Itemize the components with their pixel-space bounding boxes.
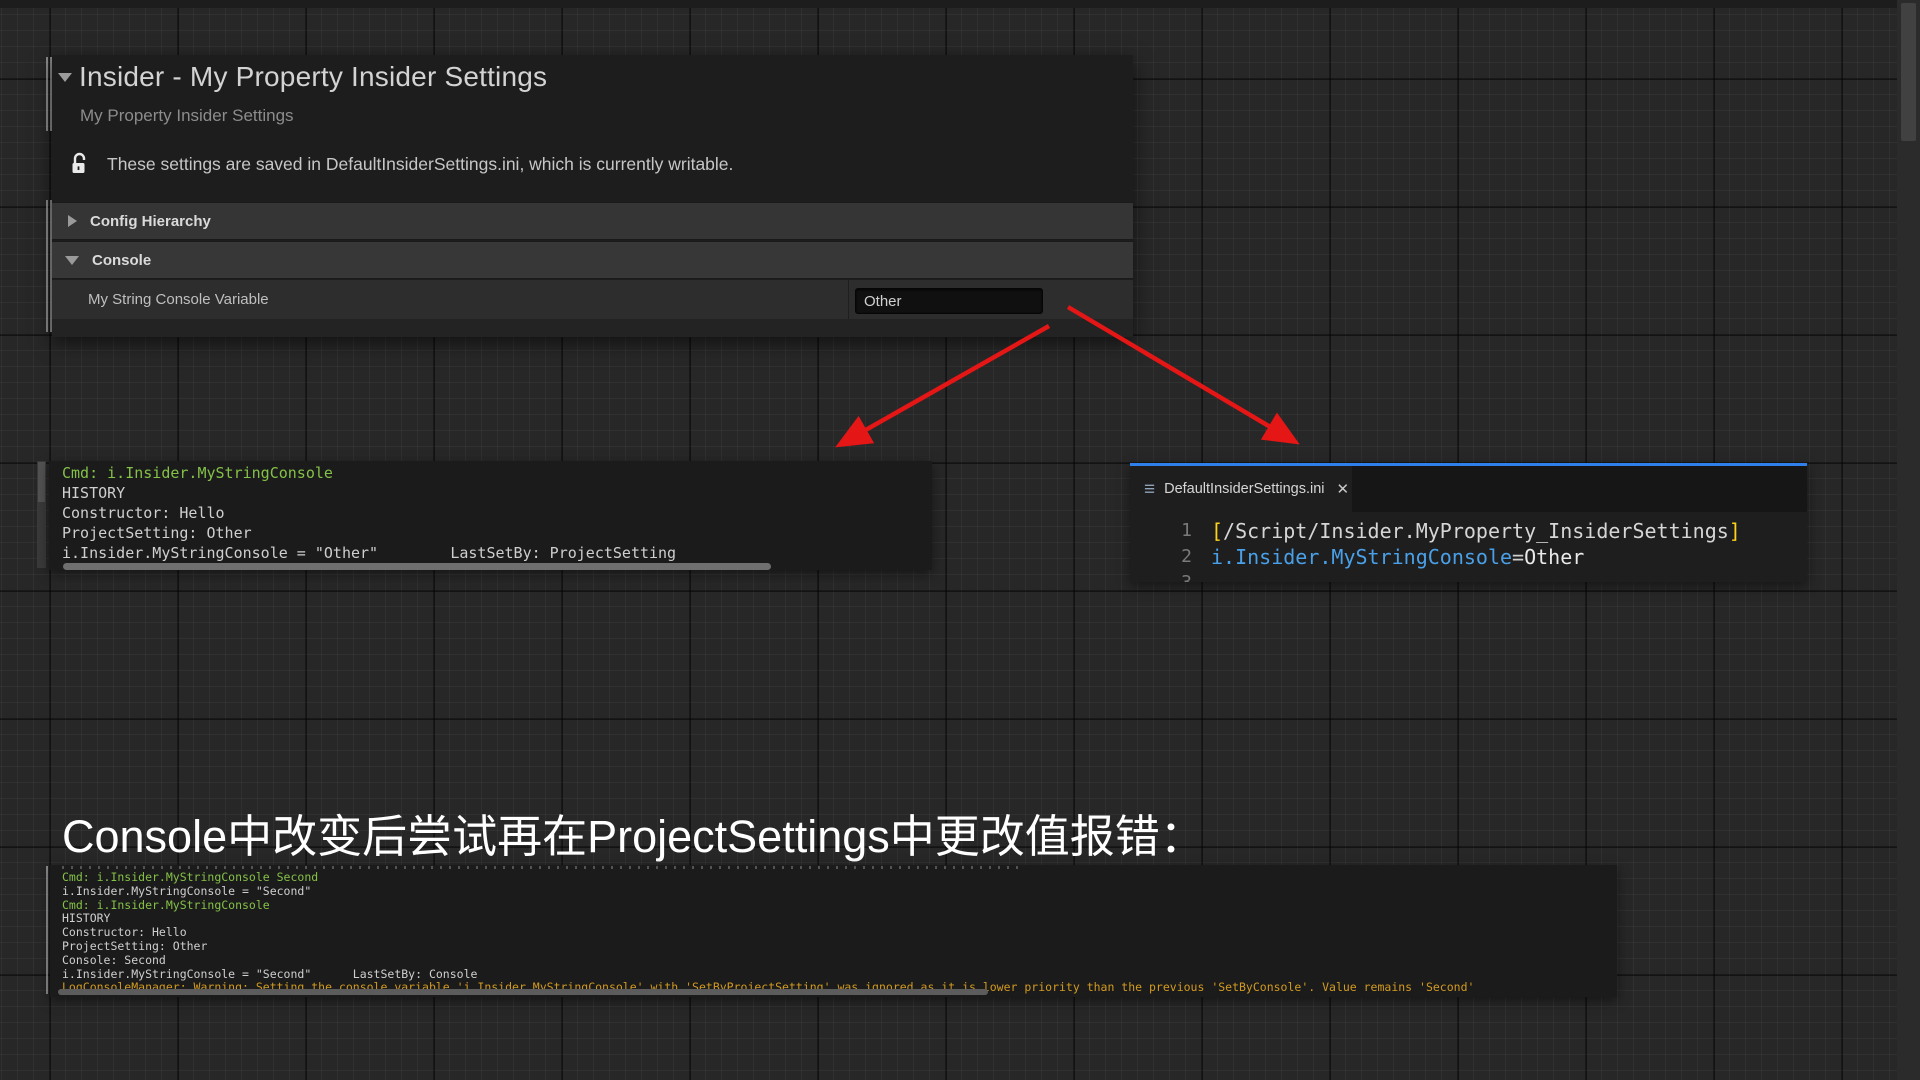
page-scrollbar-thumb[interactable]	[1901, 3, 1916, 141]
console-line: HISTORY	[62, 483, 932, 503]
edge-tick	[46, 57, 48, 131]
scrollbar-thumb[interactable]	[38, 462, 45, 502]
section-label: Config Hierarchy	[90, 213, 211, 230]
console-line: i.Insider.MyStringConsole = "Second"	[62, 885, 1617, 899]
section-config-hierarchy[interactable]: Config Hierarchy	[52, 202, 1133, 240]
console-top-lines: Cmd: i.Insider.MyStringConsoleHISTORYCon…	[49, 461, 932, 563]
console-line: Cmd: i.Insider.MyStringConsole	[62, 899, 1617, 913]
screenshot-stage: Insider - My Property Insider Settings M…	[0, 0, 1920, 1080]
tab-close-icon[interactable]: ✕	[1337, 480, 1350, 498]
console-vertical-scrollbar[interactable]	[37, 461, 46, 568]
panel-subtitle: My Property Insider Settings	[80, 106, 294, 126]
code-token: Other	[1524, 545, 1584, 569]
code-token: i.Insider.MyStringConsole	[1211, 545, 1512, 569]
console-line: Console: Second	[62, 954, 1617, 968]
console-line: Cmd: i.Insider.MyStringConsole	[62, 463, 932, 483]
editor-code-lines[interactable]: 1 [/Script/Insider.MyProperty_InsiderSett…	[1130, 512, 1807, 582]
edge-tick	[46, 866, 48, 994]
console-line: i.Insider.MyStringConsole = "Other" Last…	[62, 543, 932, 563]
editor-tab-bar: ≡ DefaultInsiderSettings.ini ✕	[1130, 466, 1807, 512]
section-label: Console	[92, 252, 151, 269]
console-line: ProjectSetting: Other	[62, 940, 1617, 954]
console-line: ProjectSetting: Other	[62, 523, 932, 543]
chevron-down-icon	[65, 256, 79, 265]
console-variable-row: My String Console Variable	[52, 280, 1133, 320]
file-icon: ≡	[1144, 480, 1155, 499]
console-variable-label: My String Console Variable	[88, 291, 269, 308]
page-scrollbar-track[interactable]	[1897, 0, 1920, 1080]
top-strip	[0, 0, 1920, 8]
console-line: i.Insider.MyStringConsole = "Second" Las…	[62, 968, 1617, 982]
clipped-line-remnant	[62, 866, 1022, 869]
line-number: 2	[1130, 544, 1192, 570]
annotation-heading: Console中改变后尝试再在ProjectSettings中更改值报错：	[62, 800, 1205, 865]
tab-filename: DefaultInsiderSettings.ini	[1164, 481, 1324, 497]
page-title: Insider - My Property Insider Settings	[79, 61, 547, 93]
code-line: 2 i.Insider.MyStringConsole=Other	[1130, 544, 1807, 570]
code-token: [	[1211, 519, 1223, 543]
console-bottom-lines: Cmd: i.Insider.MyStringConsole Secondi.I…	[50, 865, 1617, 995]
console-line: Cmd: i.Insider.MyStringConsole Second	[62, 871, 1617, 885]
chevron-right-icon	[68, 215, 77, 227]
section-console[interactable]: Console	[52, 241, 1133, 279]
code-token: ]	[1729, 519, 1741, 543]
console-line: Constructor: Hello	[62, 503, 932, 523]
project-settings-panel: Insider - My Property Insider Settings M…	[52, 55, 1133, 337]
arrow-to-console	[841, 326, 1049, 444]
code-line: 3	[1130, 570, 1807, 582]
code-token: =	[1512, 545, 1524, 569]
console-line: Constructor: Hello	[62, 926, 1617, 940]
console-output-panel-bottom: Cmd: i.Insider.MyStringConsole Secondi.I…	[50, 865, 1617, 997]
console-variable-input[interactable]	[855, 288, 1043, 314]
unlocked-lock-icon	[69, 152, 91, 176]
line-number: 1	[1130, 518, 1192, 544]
code-token: /Script/Insider.MyProperty_InsiderSettin…	[1223, 519, 1729, 543]
title-collapse-icon[interactable]	[58, 73, 72, 82]
console-line: HISTORY	[62, 912, 1617, 926]
line-number: 3	[1130, 570, 1192, 582]
settings-info-text: These settings are saved in DefaultInsid…	[107, 154, 733, 175]
console-horizontal-scrollbar[interactable]	[63, 563, 771, 570]
code-editor-panel: ≡ DefaultInsiderSettings.ini ✕ 1 [/Script…	[1130, 463, 1807, 582]
code-line: 1 [/Script/Insider.MyProperty_InsiderSett…	[1130, 518, 1807, 544]
edge-tick	[46, 200, 48, 332]
tab-defaultinsidersettings[interactable]: ≡ DefaultInsiderSettings.ini ✕	[1130, 466, 1352, 512]
console-output-panel: Cmd: i.Insider.MyStringConsoleHISTORYCon…	[49, 461, 932, 570]
column-splitter[interactable]	[848, 280, 849, 320]
panel-footer	[52, 319, 1133, 337]
console-bottom-horizontal-scrollbar[interactable]	[58, 989, 988, 995]
